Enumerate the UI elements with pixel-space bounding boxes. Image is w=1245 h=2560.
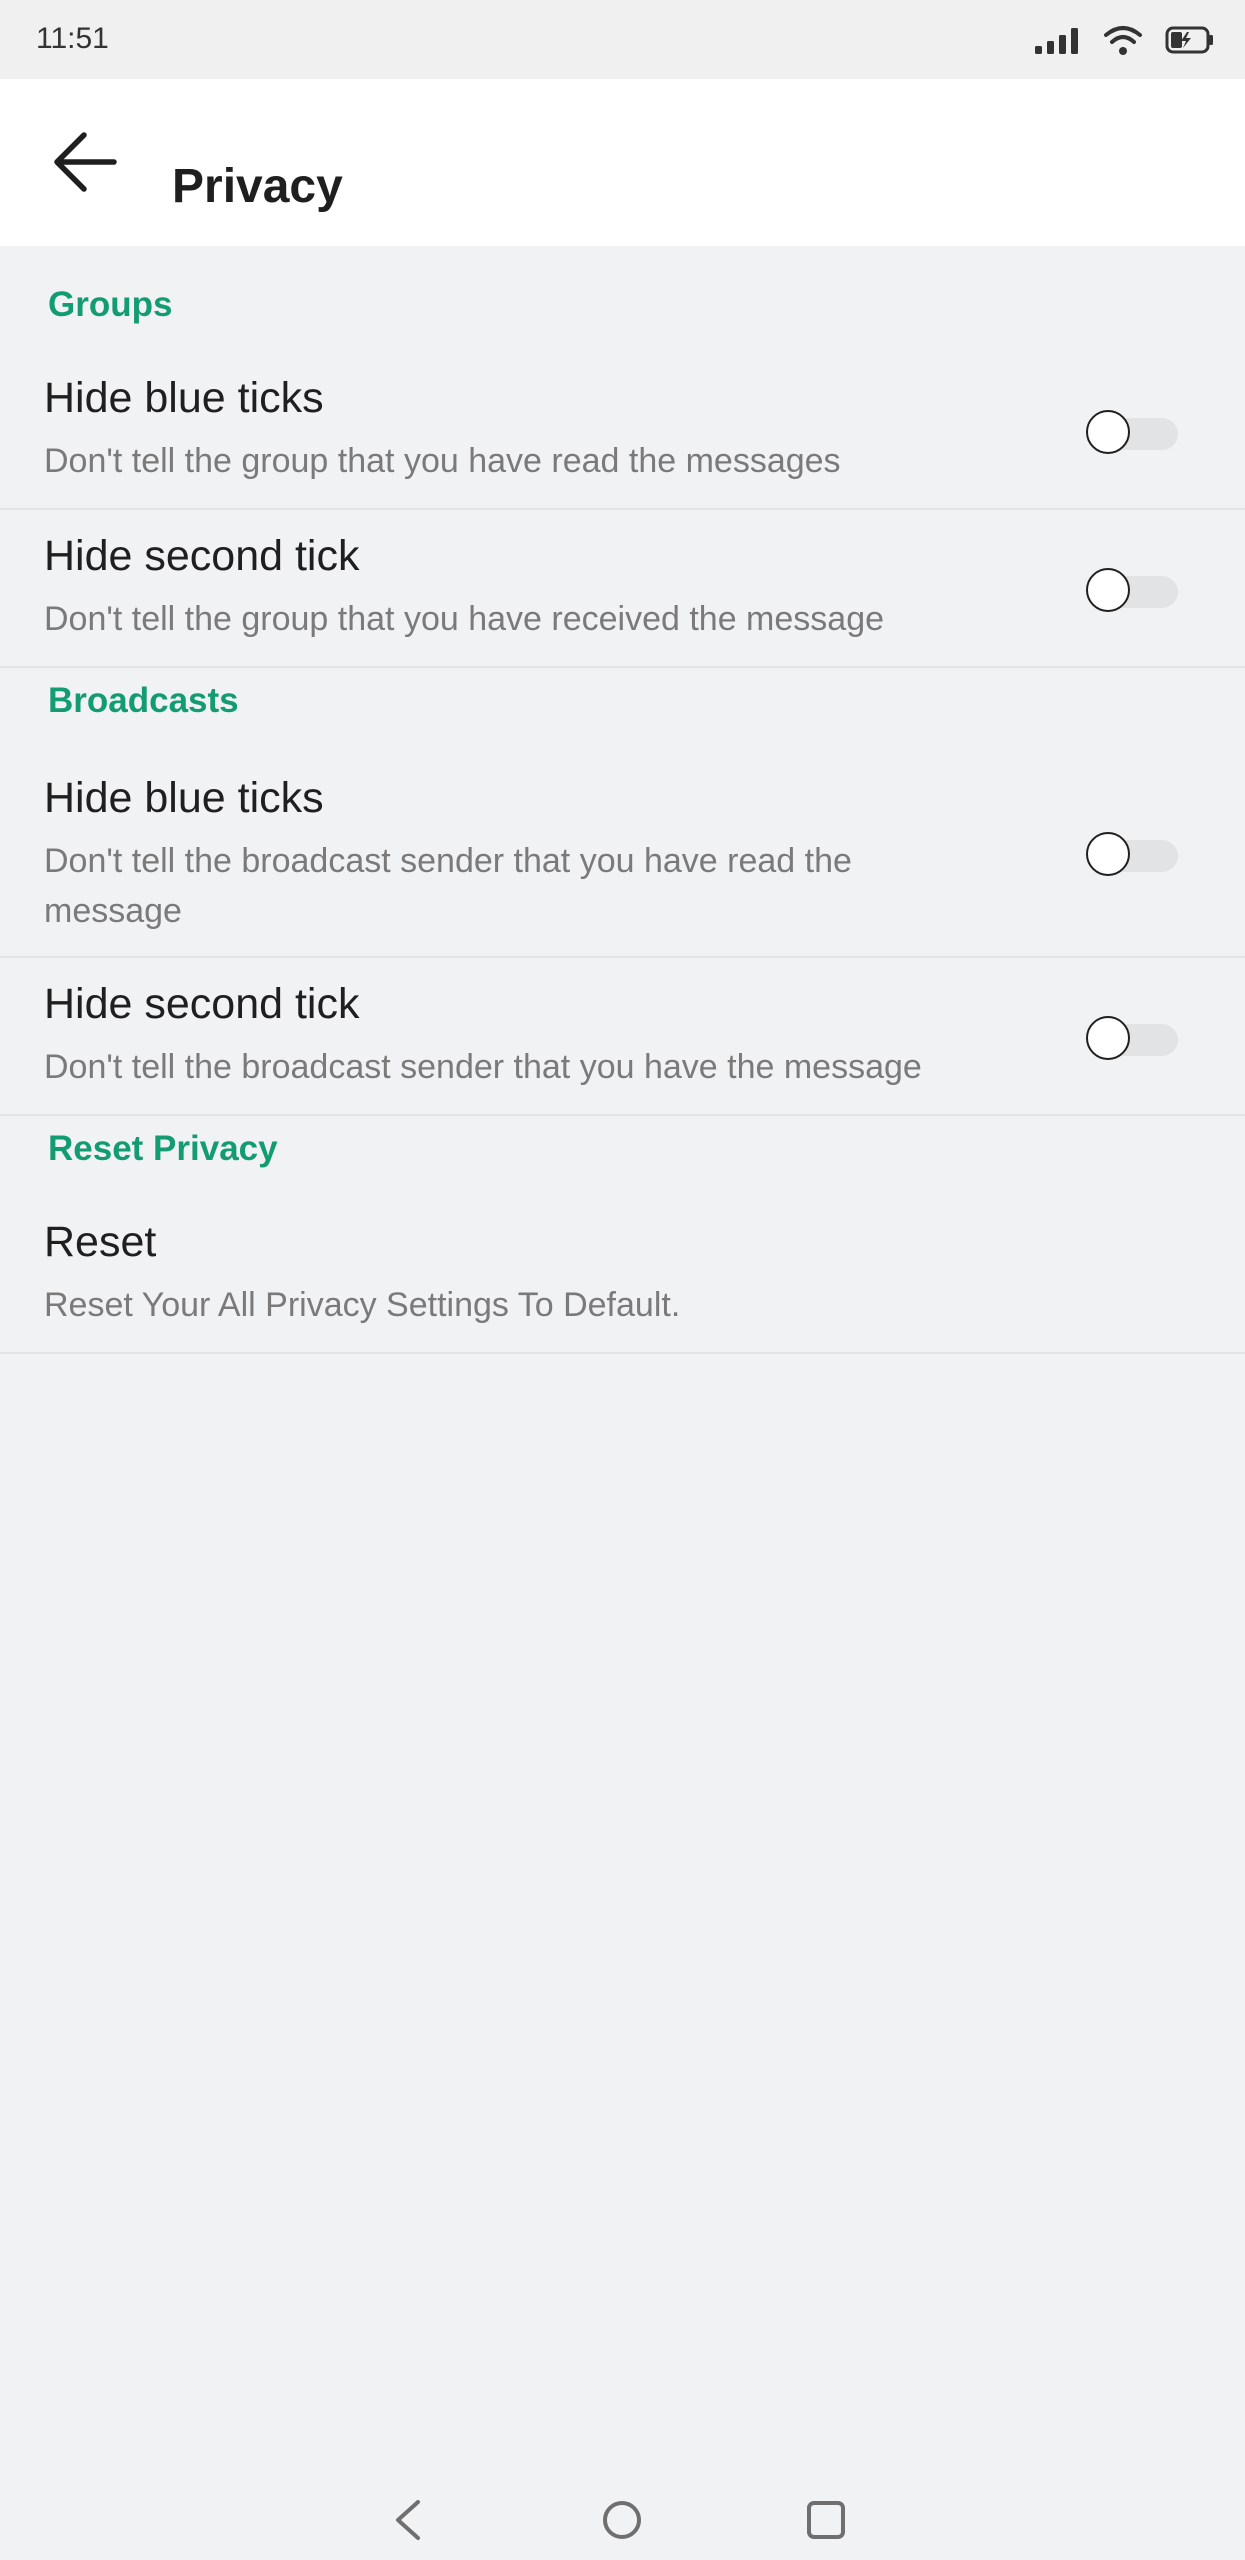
toggle-thumb	[1086, 410, 1130, 454]
toggle-switch[interactable]	[1086, 1016, 1178, 1060]
toggle-switch[interactable]	[1086, 410, 1178, 454]
wifi-icon	[1103, 24, 1143, 56]
signal-icon	[1035, 26, 1081, 54]
setting-subtitle: Reset Your All Privacy Settings To Defau…	[44, 1286, 681, 1324]
recents-square-icon	[804, 2498, 848, 2547]
setting-subtitle: Don't tell the group that you have read …	[44, 442, 841, 480]
setting-title: Hide second tick	[44, 532, 360, 580]
status-time: 11:51	[36, 22, 109, 55]
toggle-switch[interactable]	[1086, 832, 1178, 876]
setting-title: Hide blue ticks	[44, 774, 324, 822]
section-header-broadcasts: Broadcasts	[48, 681, 239, 720]
section-header-groups: Groups	[48, 285, 173, 324]
status-icons	[1035, 18, 1215, 62]
setting-groups-hide-second-tick[interactable]: Hide second tick Don't tell the group th…	[0, 510, 1245, 668]
setting-title: Reset	[44, 1218, 157, 1266]
arrow-left-icon	[52, 131, 118, 198]
toggle-thumb	[1086, 1016, 1130, 1060]
setting-subtitle: Don't tell the broadcast sender that you…	[44, 1048, 922, 1086]
setting-subtitle: Don't tell the broadcast sender that you…	[44, 842, 852, 930]
setting-title: Hide blue ticks	[44, 374, 324, 422]
app-bar: Privacy	[0, 79, 1245, 246]
toggle-thumb	[1086, 832, 1130, 876]
back-button[interactable]	[44, 123, 126, 205]
setting-groups-hide-blue-ticks[interactable]: Hide blue ticks Don't tell the group tha…	[0, 352, 1245, 510]
setting-title: Hide second tick	[44, 980, 360, 1028]
back-triangle-icon	[388, 2498, 428, 2547]
nav-home-button[interactable]	[598, 2498, 646, 2546]
toggle-thumb	[1086, 568, 1130, 612]
setting-broadcasts-hide-second-tick[interactable]: Hide second tick Don't tell the broadcas…	[0, 958, 1245, 1116]
nav-recents-button[interactable]	[802, 2498, 850, 2546]
setting-broadcasts-hide-blue-ticks[interactable]: Hide blue ticks Don't tell the broadcast…	[0, 752, 1245, 958]
status-bar: 11:51	[0, 0, 1245, 79]
toggle-switch[interactable]	[1086, 568, 1178, 612]
section-header-reset-privacy: Reset Privacy	[48, 1129, 278, 1168]
battery-icon	[1165, 25, 1215, 55]
setting-subtitle: Don't tell the group that you have recei…	[44, 600, 885, 638]
setting-reset[interactable]: Reset Reset Your All Privacy Settings To…	[0, 1196, 1245, 1354]
home-circle-icon	[600, 2498, 644, 2547]
page-title: Privacy	[172, 160, 343, 213]
nav-back-button[interactable]	[384, 2498, 432, 2546]
